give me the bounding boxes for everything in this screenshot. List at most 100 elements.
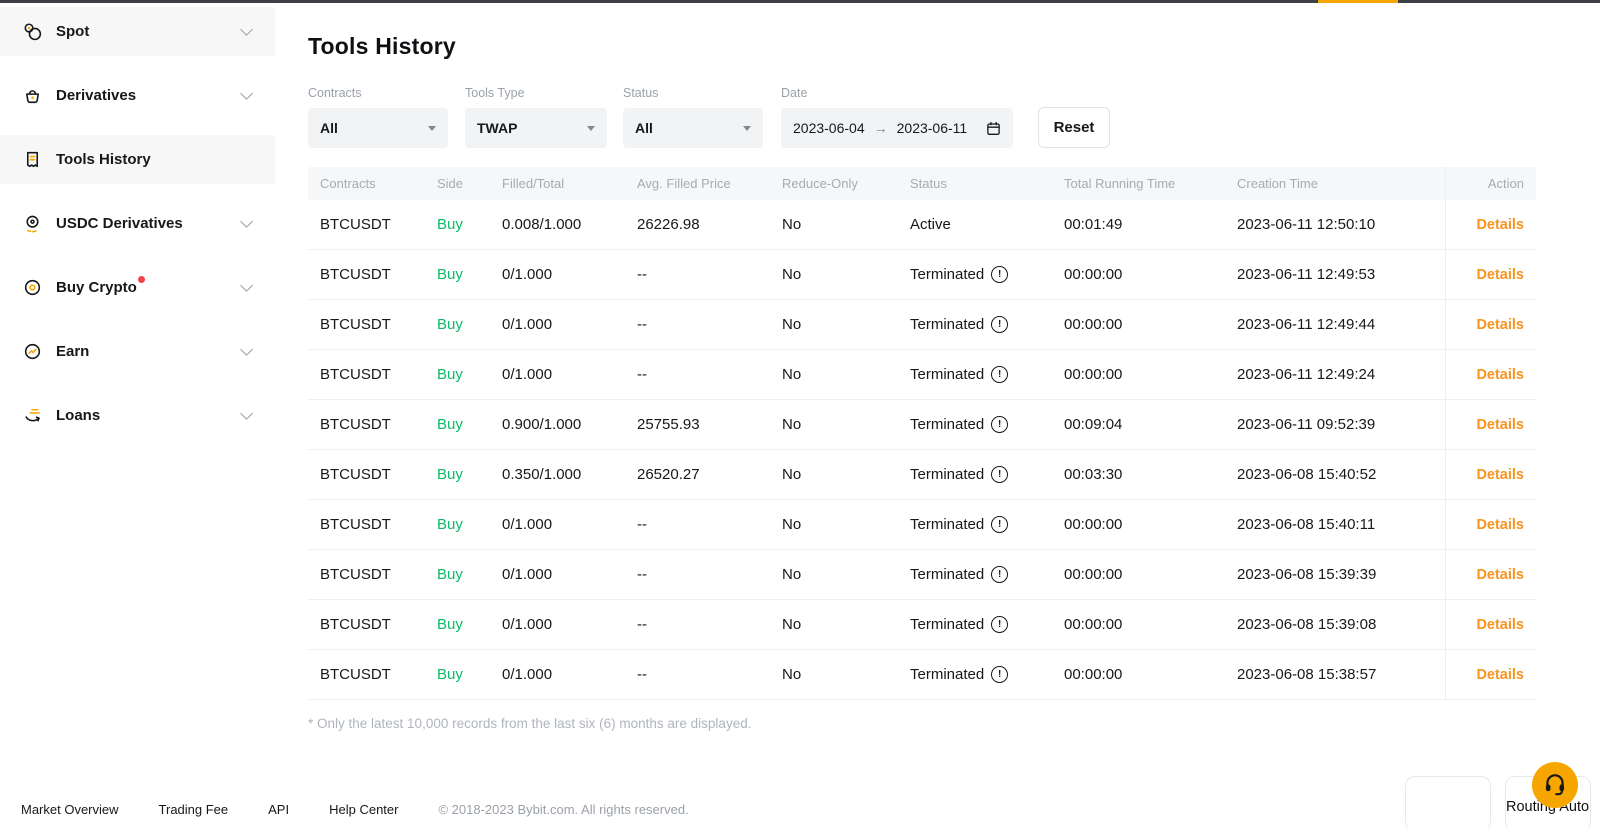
cell-contracts: BTCUSDT bbox=[320, 666, 437, 683]
main-content: Tools History Contracts All Tools Type T… bbox=[308, 3, 1536, 745]
info-icon[interactable]: ! bbox=[991, 466, 1008, 483]
cell-action: Details bbox=[1445, 450, 1536, 499]
chevron-down-icon bbox=[240, 407, 253, 420]
cell-status: Terminated! bbox=[910, 266, 1064, 283]
cell-total-running-time: 00:00:00 bbox=[1064, 566, 1237, 583]
details-link[interactable]: Details bbox=[1476, 317, 1524, 333]
buy-crypto-icon bbox=[22, 277, 43, 298]
sidebar-item-buy-crypto[interactable]: Buy Crypto bbox=[0, 263, 275, 312]
tools-type-dropdown[interactable]: TWAP bbox=[465, 108, 607, 148]
info-icon[interactable]: ! bbox=[991, 366, 1008, 383]
cell-reduce-only: No bbox=[782, 616, 910, 633]
table-row: BTCUSDTBuy0/1.000--NoTerminated!00:00:00… bbox=[308, 350, 1536, 400]
status-text: Active bbox=[910, 216, 951, 233]
cell-status: Terminated! bbox=[910, 316, 1064, 333]
details-link[interactable]: Details bbox=[1476, 567, 1524, 583]
sidebar-item-derivatives[interactable]: Derivatives bbox=[0, 71, 275, 120]
cell-action: Details bbox=[1445, 600, 1536, 649]
status-text: Terminated bbox=[910, 616, 984, 633]
cell-filled-total: 0/1.000 bbox=[502, 316, 637, 333]
footer-link-help-center[interactable]: Help Center bbox=[329, 802, 398, 817]
info-icon[interactable]: ! bbox=[991, 416, 1008, 433]
contracts-filter: Contracts All bbox=[308, 86, 448, 148]
dropdown-caret-icon bbox=[428, 126, 436, 131]
table-row: BTCUSDTBuy0/1.000--NoTerminated!00:00:00… bbox=[308, 550, 1536, 600]
details-link[interactable]: Details bbox=[1476, 367, 1524, 383]
cell-creation-time: 2023-06-08 15:39:08 bbox=[1237, 616, 1445, 633]
pagination-button-stub-1[interactable] bbox=[1405, 776, 1491, 828]
sidebar-item-label: Earn bbox=[56, 343, 89, 360]
sidebar: Spot Derivatives Tools History USDC Derivat… bbox=[0, 3, 275, 828]
col-side: Side bbox=[437, 176, 502, 191]
cell-creation-time: 2023-06-11 09:52:39 bbox=[1237, 416, 1445, 433]
support-chat-button[interactable] bbox=[1532, 762, 1578, 808]
date-start-value: 2023-06-04 bbox=[793, 120, 865, 136]
sidebar-item-spot[interactable]: Spot bbox=[0, 7, 275, 56]
status-text: Terminated bbox=[910, 316, 984, 333]
cell-side: Buy bbox=[437, 516, 502, 533]
details-link[interactable]: Details bbox=[1476, 267, 1524, 283]
cell-total-running-time: 00:00:00 bbox=[1064, 666, 1237, 683]
footer-link-market-overview[interactable]: Market Overview bbox=[21, 802, 119, 817]
cell-side: Buy bbox=[437, 366, 502, 383]
info-icon[interactable]: ! bbox=[991, 316, 1008, 333]
cell-total-running-time: 00:00:00 bbox=[1064, 266, 1237, 283]
col-total-running-time: Total Running Time bbox=[1064, 176, 1237, 191]
footer-link-api[interactable]: API bbox=[268, 802, 289, 817]
cell-total-running-time: 00:00:00 bbox=[1064, 316, 1237, 333]
cell-creation-time: 2023-06-08 15:38:57 bbox=[1237, 666, 1445, 683]
earn-icon bbox=[22, 341, 43, 362]
sidebar-item-tools-history[interactable]: Tools History bbox=[0, 135, 275, 184]
cell-reduce-only: No bbox=[782, 416, 910, 433]
cell-side: Buy bbox=[437, 266, 502, 283]
sidebar-item-usdc-derivatives[interactable]: USDC Derivatives bbox=[0, 199, 275, 248]
cell-contracts: BTCUSDT bbox=[320, 216, 437, 233]
cell-total-running-time: 00:00:00 bbox=[1064, 516, 1237, 533]
info-icon[interactable]: ! bbox=[991, 666, 1008, 683]
cell-contracts: BTCUSDT bbox=[320, 616, 437, 633]
sidebar-item-loans[interactable]: Loans bbox=[0, 391, 275, 440]
sidebar-nav: Spot Derivatives Tools History USDC Derivat… bbox=[0, 7, 275, 440]
sidebar-item-earn[interactable]: Earn bbox=[0, 327, 275, 376]
copyright-text: © 2018-2023 Bybit.com. All rights reserv… bbox=[438, 802, 688, 817]
info-icon[interactable]: ! bbox=[991, 516, 1008, 533]
cell-side: Buy bbox=[437, 466, 502, 483]
reset-button[interactable]: Reset bbox=[1038, 107, 1110, 148]
cell-action: Details bbox=[1445, 300, 1536, 349]
details-link[interactable]: Details bbox=[1476, 417, 1524, 433]
status-text: Terminated bbox=[910, 666, 984, 683]
cell-filled-total: 0/1.000 bbox=[502, 516, 637, 533]
status-text: Terminated bbox=[910, 466, 984, 483]
details-link[interactable]: Details bbox=[1476, 667, 1524, 683]
details-link[interactable]: Details bbox=[1476, 517, 1524, 533]
cell-creation-time: 2023-06-11 12:49:53 bbox=[1237, 266, 1445, 283]
footer-link-trading-fee[interactable]: Trading Fee bbox=[159, 802, 229, 817]
cell-avg-filled-price: -- bbox=[637, 516, 782, 533]
date-range-picker[interactable]: 2023-06-04 → 2023-06-11 bbox=[781, 108, 1013, 148]
info-icon[interactable]: ! bbox=[991, 266, 1008, 283]
cell-reduce-only: No bbox=[782, 516, 910, 533]
contracts-dropdown[interactable]: All bbox=[308, 108, 448, 148]
info-icon[interactable]: ! bbox=[991, 616, 1008, 633]
cell-filled-total: 0/1.000 bbox=[502, 566, 637, 583]
cell-creation-time: 2023-06-08 15:40:11 bbox=[1237, 516, 1445, 533]
cell-contracts: BTCUSDT bbox=[320, 366, 437, 383]
status-dropdown[interactable]: All bbox=[623, 108, 763, 148]
cell-avg-filled-price: -- bbox=[637, 616, 782, 633]
date-filter: Date 2023-06-04 → 2023-06-11 bbox=[781, 86, 1013, 148]
cell-avg-filled-price: 26520.27 bbox=[637, 466, 782, 483]
cell-status: Terminated! bbox=[910, 616, 1064, 633]
status-text: Terminated bbox=[910, 366, 984, 383]
cell-side: Buy bbox=[437, 666, 502, 683]
filters-bar: Contracts All Tools Type TWAP Status All bbox=[308, 86, 1536, 147]
usdc-derivatives-icon bbox=[22, 213, 43, 234]
chevron-down-icon bbox=[240, 23, 253, 36]
tools-history-icon bbox=[22, 149, 43, 170]
cell-total-running-time: 00:03:30 bbox=[1064, 466, 1237, 483]
cell-status: Terminated! bbox=[910, 666, 1064, 683]
info-icon[interactable]: ! bbox=[991, 566, 1008, 583]
details-link[interactable]: Details bbox=[1476, 617, 1524, 633]
cell-side: Buy bbox=[437, 216, 502, 233]
details-link[interactable]: Details bbox=[1476, 217, 1524, 233]
details-link[interactable]: Details bbox=[1476, 467, 1524, 483]
